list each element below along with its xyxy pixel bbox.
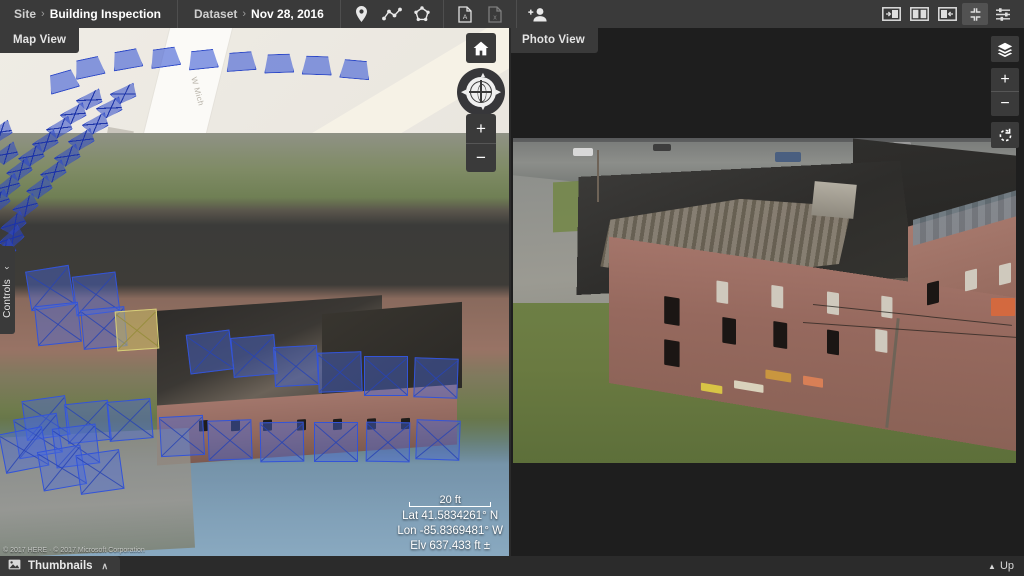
thumbnails-label: Thumbnails (28, 560, 93, 572)
camera-footprint-marker[interactable] (413, 357, 459, 399)
camera-marker[interactable] (225, 51, 256, 72)
camera-footprint-marker[interactable] (75, 449, 125, 495)
compass-west-arrow[interactable]: ◀ (461, 89, 466, 96)
camera-footprint-marker[interactable] (317, 351, 363, 393)
layout-map-left-icon[interactable] (878, 3, 904, 25)
photo-utility-pole (597, 150, 599, 202)
camera-footprint-marker[interactable] (230, 334, 278, 378)
elevation-readout: Elv 637.433 ft ± (410, 540, 491, 552)
layout-fullscreen-icon[interactable] (962, 3, 988, 25)
reset-rotation-icon[interactable] (991, 122, 1019, 148)
camera-footprint-marker[interactable] (365, 421, 411, 463)
app-root: Site › Building Inspection Dataset › Nov… (0, 0, 1024, 576)
longitude-readout: Lon -85.8369481° W (397, 525, 503, 537)
breadcrumb-site-label: Site (14, 7, 37, 21)
photo-view-controls: + − (991, 36, 1019, 148)
camera-footprint-marker[interactable] (106, 398, 154, 442)
inspection-photo (513, 138, 1016, 463)
photo-frame[interactable] (513, 138, 1016, 463)
photo-chimney (811, 181, 857, 219)
compass-navigator[interactable]: ▲ ▼ ◀ ▶ (457, 68, 505, 116)
camera-marker[interactable] (302, 55, 333, 75)
camera-footprint-marker[interactable] (185, 329, 235, 375)
breadcrumb-separator: › (242, 8, 247, 20)
up-indicator[interactable]: ▲ Up (988, 560, 1024, 572)
polygon-icon[interactable] (407, 0, 437, 28)
controls-panel-toggle[interactable]: › Controls (0, 246, 15, 334)
add-user-icon[interactable] (523, 0, 553, 28)
photo-zoom-controls: + − (991, 68, 1019, 116)
top-toolbar: Site › Building Inspection Dataset › Nov… (0, 0, 1024, 28)
thumbnails-toggle[interactable]: Thumbnails ∧ (0, 556, 121, 576)
map-zoom-controls: + − (466, 114, 496, 172)
map-pin-icon[interactable] (347, 0, 377, 28)
image-icon (8, 559, 21, 573)
compass-east-arrow[interactable]: ▶ (496, 89, 501, 96)
scale-bar-ticks (409, 502, 492, 507)
map-zoom-out-button[interactable]: − (466, 144, 496, 173)
svg-text:A: A (463, 14, 468, 21)
layout-settings-icon[interactable] (990, 3, 1016, 25)
map-panel: W Mich ▲ ▼ ◀ ▶ + − 20 ft Lat 41.5834261°… (0, 28, 509, 576)
tab-photo-view[interactable]: Photo View (509, 28, 598, 53)
svg-text:x: x (493, 14, 497, 21)
bottom-bar: Thumbnails ∧ ▲ Up (0, 556, 1024, 576)
breadcrumb-site[interactable]: Site › Building Inspection (0, 0, 179, 28)
latitude-readout: Lat 41.5834261° N (402, 510, 499, 522)
globe-icon (469, 80, 492, 103)
home-icon[interactable] (466, 33, 496, 63)
breadcrumb-dataset[interactable]: Dataset › Nov 28, 2016 (178, 0, 341, 28)
layers-icon[interactable] (991, 36, 1019, 62)
chevron-right-icon: › (2, 266, 13, 270)
camera-footprint-marker[interactable] (272, 344, 320, 388)
panel-divider[interactable] (509, 28, 511, 576)
photo-zoom-out-button[interactable]: − (991, 92, 1019, 116)
camera-footprint-marker[interactable] (415, 419, 461, 461)
triangle-up-icon: ▲ (988, 561, 996, 571)
annotation-tool-group (341, 0, 444, 28)
camera-footprint-marker[interactable] (34, 301, 82, 347)
map-readouts: 20 ft Lat 41.5834261° N Lon -85.8369481°… (397, 494, 503, 554)
export-excel-icon[interactable]: x (480, 0, 510, 28)
map-zoom-in-button[interactable]: + (466, 114, 496, 144)
breadcrumb-dataset-label: Dataset (194, 7, 238, 21)
tab-map-view[interactable]: Map View (0, 28, 79, 53)
compass-south-arrow[interactable]: ▼ (480, 105, 487, 112)
layout-button-group (878, 0, 1024, 28)
layout-photo-left-icon[interactable] (934, 3, 960, 25)
camera-marker[interactable] (264, 53, 295, 73)
camera-footprint-marker[interactable] (207, 419, 253, 461)
export-tool-group: A x (444, 0, 517, 28)
breadcrumb-dataset-value: Nov 28, 2016 (251, 7, 324, 21)
photo-zoom-in-button[interactable]: + (991, 68, 1019, 92)
layout-split-even-icon[interactable] (906, 3, 932, 25)
map-canvas[interactable]: W Mich ▲ ▼ ◀ ▶ + − 20 ft Lat 41.5834261°… (0, 28, 509, 576)
up-label: Up (999, 560, 1014, 572)
export-pdf-icon[interactable]: A (450, 0, 480, 28)
camera-footprint-marker[interactable] (314, 422, 358, 462)
camera-footprint-marker[interactable] (364, 356, 408, 396)
camera-footprint-marker[interactable] (158, 414, 206, 458)
controls-panel-label: Controls (2, 278, 13, 318)
map-attribution: © 2017 HERE · © 2017 Microsoft Corporati… (3, 547, 145, 554)
share-tool-group (517, 0, 559, 28)
breadcrumb-separator: › (41, 8, 45, 20)
breadcrumb-site-value: Building Inspection (49, 7, 162, 21)
scale-bar: 20 ft (407, 494, 493, 507)
camera-footprint-marker-selected[interactable] (114, 308, 160, 352)
camera-footprint-marker[interactable] (259, 421, 305, 463)
polyline-icon[interactable] (377, 0, 407, 28)
chevron-up-icon: ∧ (101, 560, 109, 571)
compass-north-arrow[interactable]: ▲ (480, 72, 487, 79)
photo-panel: Photo View + − (509, 28, 1024, 576)
